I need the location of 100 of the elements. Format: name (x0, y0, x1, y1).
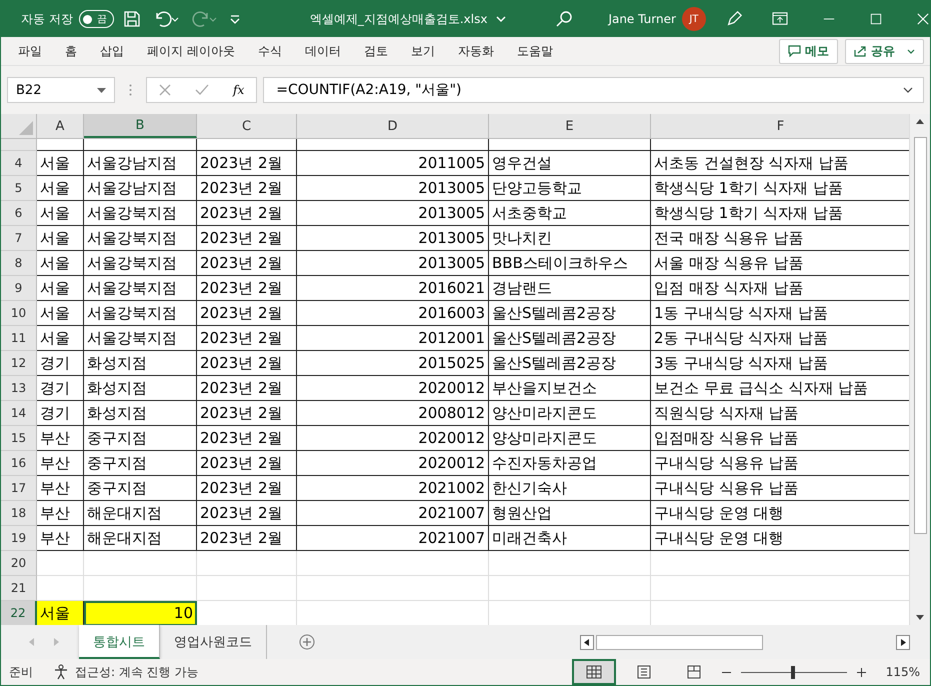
menu-tab[interactable]: 자동화 (446, 38, 505, 64)
column-header[interactable]: C (197, 114, 297, 138)
table-cell: 서울 (37, 251, 84, 276)
pen-icon[interactable] (724, 10, 743, 28)
menu-tab[interactable]: 데이터 (294, 38, 352, 64)
zoom-in-icon[interactable] (856, 668, 866, 676)
table-cell: 해운대지점 (84, 526, 197, 551)
row-header[interactable]: 19 (1, 526, 37, 551)
menu-tab[interactable]: 검토 (352, 38, 399, 64)
scroll-down-icon[interactable] (916, 615, 924, 620)
table-cell: 서울강북지점 (84, 276, 197, 301)
menu-tab[interactable]: 파일 (7, 38, 53, 64)
table-cell: 2013005 (297, 226, 489, 251)
column-header[interactable]: E (489, 114, 651, 138)
search-icon[interactable] (555, 10, 574, 28)
scroll-up-icon[interactable] (916, 119, 924, 124)
sheet-tab[interactable]: 통합시트 (79, 625, 160, 659)
table-cell: 부산을지보건소 (489, 376, 651, 401)
column-header[interactable]: B (84, 114, 197, 138)
user-avatar[interactable]: JT (682, 7, 706, 31)
menu-tab[interactable]: 페이지 레이아웃 (136, 38, 246, 64)
row-header[interactable]: 22 (1, 601, 37, 625)
horizontal-scrollbar[interactable] (580, 634, 910, 650)
row-header[interactable]: 18 (1, 501, 37, 526)
comment-icon (788, 45, 801, 57)
triangle-icon (19, 121, 33, 135)
table-cell: 서울강북지점 (84, 201, 197, 226)
name-box[interactable]: B22 (7, 77, 115, 103)
menu-tab[interactable]: 삽입 (89, 38, 135, 64)
zoom-level[interactable]: 115% (886, 665, 920, 679)
table-cell: 2023년 2월 (197, 251, 297, 276)
row-header[interactable]: 8 (1, 251, 37, 276)
table-cell: 2015025 (297, 351, 489, 376)
check-icon[interactable] (195, 84, 209, 96)
add-sheet-icon[interactable] (299, 634, 315, 650)
user-name: Jane Turner (608, 12, 676, 26)
autosave-toggle[interactable]: 끔 (78, 10, 114, 28)
row-header[interactable]: 6 (1, 201, 37, 226)
table-cell: 부산 (37, 526, 84, 551)
table-cell: 맛나치킨 (489, 226, 651, 251)
row-header[interactable]: 11 (1, 326, 37, 351)
save-icon[interactable] (122, 10, 141, 28)
menu-tab[interactable]: 수식 (246, 38, 293, 64)
memo-button[interactable]: 메모 (779, 38, 838, 64)
column-header[interactable]: D (297, 114, 489, 138)
normal-view-button[interactable] (572, 659, 616, 685)
insert-function-button[interactable]: fx (233, 83, 244, 97)
row-header[interactable]: 16 (1, 451, 37, 476)
row-header[interactable]: 13 (1, 376, 37, 401)
table-cell: 2020012 (297, 451, 489, 476)
customize-caret-icon[interactable] (228, 13, 241, 25)
row-header[interactable]: 21 (1, 576, 37, 601)
table-cell: 서울강북지점 (84, 251, 197, 276)
table-cell: 화성지점 (84, 401, 197, 426)
menu-tab[interactable]: 보기 (400, 38, 446, 64)
caret-icon (907, 48, 915, 54)
table-cell: 부산 (37, 451, 84, 476)
row-header[interactable]: 17 (1, 476, 37, 501)
share-button[interactable]: 공유 (845, 38, 924, 64)
row-header[interactable]: 4 (1, 151, 37, 176)
table-cell: 미래건축사 (489, 526, 651, 551)
menu-tab[interactable]: 도움말 (506, 38, 564, 64)
row-header[interactable]: 14 (1, 401, 37, 426)
grid-icon (586, 665, 602, 679)
table-cell: 2023년 2월 (197, 201, 297, 226)
table-cell: 부산 (37, 501, 84, 526)
page-break-icon (686, 665, 702, 679)
caret-icon[interactable] (496, 16, 506, 22)
row-header[interactable]: 7 (1, 226, 37, 251)
accessibility-status[interactable]: 접근성: 계속 진행 가능 (75, 664, 198, 680)
table-cell: 2011005 (297, 151, 489, 176)
table-cell: 10 (84, 601, 197, 625)
table-cell: 형원산업 (489, 501, 651, 526)
table-cell: 서울강북지점 (84, 226, 197, 251)
grip-icon[interactable] (129, 84, 132, 96)
maximize-icon[interactable] (870, 13, 882, 25)
row-header[interactable]: 12 (1, 351, 37, 376)
table-cell: 2023년 2월 (197, 451, 297, 476)
row-header[interactable]: 9 (1, 276, 37, 301)
formula-field[interactable]: =COUNTIF(A2:A19, "서울") (263, 77, 924, 103)
table-cell: 서울 (37, 226, 84, 251)
row-header[interactable]: 20 (1, 551, 37, 576)
table-cell: 2023년 2월 (197, 176, 297, 201)
row-header[interactable]: 5 (1, 176, 37, 201)
menu-tab[interactable]: 홈 (54, 38, 88, 64)
close-icon[interactable] (916, 13, 929, 25)
row-header[interactable]: 10 (1, 301, 37, 326)
ribbon-display-icon[interactable] (772, 12, 788, 26)
file-name[interactable]: 엑셀예제_지점예상매출검토.xlsx (310, 10, 488, 28)
share-icon (854, 45, 867, 57)
scroll-right-icon[interactable] (896, 634, 910, 650)
scroll-left-icon[interactable] (580, 634, 594, 650)
table-cell: 서울 (37, 601, 84, 625)
table-cell: 서울 (37, 276, 84, 301)
status-mode: 준비 (9, 664, 33, 680)
table-cell: 2023년 2월 (197, 301, 297, 326)
table-cell: 양산미라지콘도 (489, 401, 651, 426)
table-cell: 2013005 (297, 201, 489, 226)
row-header[interactable]: 15 (1, 426, 37, 451)
accessibility-icon[interactable] (53, 664, 69, 680)
